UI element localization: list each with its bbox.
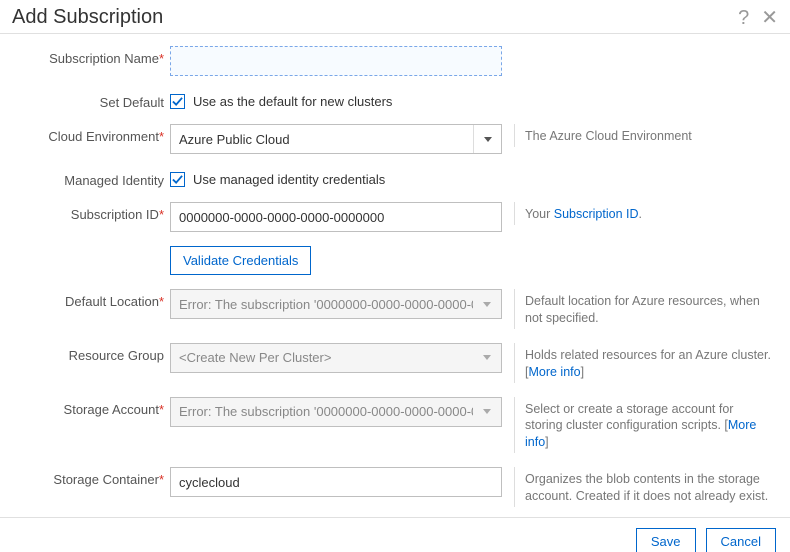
row-subscription-id: Subscription ID* Your Subscription ID. [12,202,778,232]
check-icon [172,96,183,107]
form: Subscription Name* Set Default Use as th… [0,42,790,507]
row-cloud-env: Cloud Environment* Azure Public Cloud Th… [12,124,778,154]
default-location-select[interactable]: Error: The subscription '0000000-0000-00… [170,289,502,319]
divider [0,33,790,34]
chevron-down-icon [483,302,491,307]
help-icon[interactable]: ? [738,8,749,28]
validate-credentials-button[interactable]: Validate Credentials [170,246,311,275]
subscription-id-link[interactable]: Subscription ID [554,207,639,221]
dialog-title: Add Subscription [12,6,738,29]
row-default-location: Default Location* Error: The subscriptio… [12,289,778,329]
titlebar-actions: ? ✕ [738,8,778,28]
cloud-env-select[interactable]: Azure Public Cloud [170,124,502,154]
chevron-down-icon [483,355,491,360]
label-set-default: Set Default [12,90,170,110]
label-subscription-id: Subscription ID* [12,202,170,222]
row-validate: Validate Credentials [12,246,778,275]
storage-container-input[interactable] [170,467,502,497]
label-default-location: Default Location* [12,289,170,309]
row-storage-container: Storage Container* Organizes the blob co… [12,467,778,507]
label-managed-identity: Managed Identity [12,168,170,188]
footer: Save Cancel [0,518,790,552]
label-resource-group: Resource Group [12,343,170,363]
storage-account-select[interactable]: Error: The subscription '0000000-0000-00… [170,397,502,427]
check-icon [172,174,183,185]
close-icon[interactable]: ✕ [761,8,778,28]
save-button[interactable]: Save [636,528,696,552]
managed-identity-text: Use managed identity credentials [193,172,385,187]
resource-group-select[interactable]: <Create New Per Cluster> [170,343,502,373]
desc-storage-container: Organizes the blob contents in the stora… [514,467,774,507]
subscription-name-input[interactable] [170,46,502,76]
row-resource-group: Resource Group <Create New Per Cluster> … [12,343,778,383]
cancel-button[interactable]: Cancel [706,528,776,552]
titlebar: Add Subscription ? ✕ [0,0,790,33]
set-default-checkbox[interactable] [170,94,185,109]
label-storage-container: Storage Container* [12,467,170,487]
desc-default-location: Default location for Azure resources, wh… [514,289,774,329]
row-storage-account: Storage Account* Error: The subscription… [12,397,778,454]
chevron-down-icon [483,409,491,414]
row-set-default: Set Default Use as the default for new c… [12,90,778,110]
set-default-text: Use as the default for new clusters [193,94,392,109]
desc-resource-group: Holds related resources for an Azure clu… [514,343,774,383]
desc-cloud-env: The Azure Cloud Environment [514,124,774,147]
subscription-id-input[interactable] [170,202,502,232]
resource-group-more-info-link[interactable]: More info [528,365,580,379]
chevron-down-icon [484,137,492,142]
label-storage-account: Storage Account* [12,397,170,417]
label-cloud-env: Cloud Environment* [12,124,170,144]
managed-identity-checkbox[interactable] [170,172,185,187]
row-subscription-name: Subscription Name* [12,46,778,76]
row-managed-identity: Managed Identity Use managed identity cr… [12,168,778,188]
label-subscription-name: Subscription Name* [12,46,170,66]
desc-subscription-id: Your Subscription ID. [514,202,774,225]
desc-storage-account: Select or create a storage account for s… [514,397,774,454]
